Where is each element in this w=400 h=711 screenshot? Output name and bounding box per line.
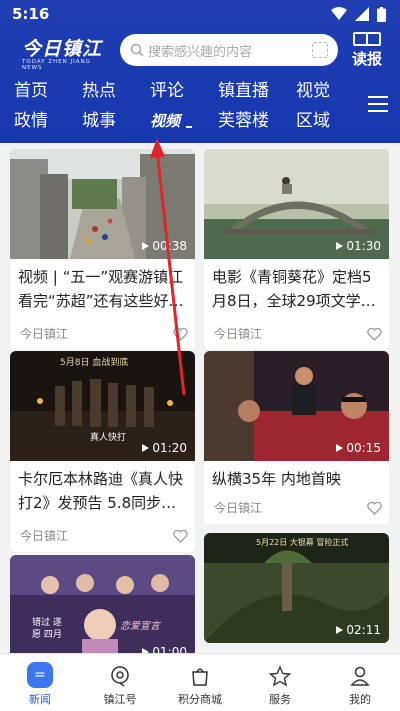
app-header: 5:16 今日镇江 TODAY ZHEN JIANG NEWS 搜索感兴趣的内容… — [0, 0, 400, 143]
card-meta: 今日镇江 — [204, 493, 389, 524]
tab-me[interactable]: 我的 — [320, 654, 400, 711]
like-heart-icon[interactable] — [173, 529, 188, 543]
channel-tab[interactable]: 政情 — [0, 106, 68, 136]
tab-services[interactable]: 服务 — [240, 654, 320, 711]
channel-tab[interactable]: 首页 — [0, 76, 68, 106]
like-heart-icon[interactable] — [173, 327, 188, 341]
newspaper-icon — [353, 32, 381, 46]
overlay-caption-text: 错过 遂愿 四月 — [32, 618, 62, 640]
read-label: 读报 — [351, 50, 382, 68]
overlay-caption-text: 真人快打 — [90, 433, 127, 443]
video-card[interactable]: 恋爱宣言 错过 遂愿 四月 01:00 — [10, 555, 195, 653]
tab-zhenjiang-hao[interactable]: 镇江号 — [80, 654, 160, 711]
source-label: 今日镇江 — [214, 327, 263, 341]
tab-label: 积分商城 — [178, 693, 222, 706]
video-thumbnail[interactable]: 00:15 — [204, 351, 389, 461]
source-label: 今日镇江 — [20, 327, 69, 341]
shopping-bag-icon — [188, 664, 212, 688]
status-time: 5:16 — [12, 5, 50, 23]
tab-points-mall[interactable]: 积分商城 — [160, 654, 240, 711]
duration-badge: 00:38 — [142, 239, 187, 253]
video-card[interactable]: 00:15 纵横35年 内地首映 今日镇江 — [204, 351, 389, 524]
duration-badge: 01:30 — [336, 239, 381, 253]
signal-icon — [355, 7, 369, 21]
channel-tab[interactable]: 视觉 — [282, 76, 350, 106]
video-thumbnail[interactable]: 5月22日 大银幕 冒险正式 02:11 — [204, 533, 389, 643]
duration-text: 01:00 — [152, 645, 187, 653]
top-bar: 今日镇江 TODAY ZHEN JIANG NEWS 搜索感兴趣的内容 读报 — [0, 30, 400, 71]
star-icon — [268, 664, 292, 688]
tab-news[interactable]: = 新闻 — [0, 654, 80, 711]
video-thumbnail[interactable]: 01:30 — [204, 149, 389, 259]
overlay-title-text: 恋爱宣言 — [120, 621, 160, 632]
hamburger-menu-icon[interactable] — [368, 96, 388, 117]
duration-badge: 00:15 — [336, 441, 381, 455]
channel-row-2: 政情 城事 视频 芙蓉楼 区域 — [0, 106, 360, 136]
duration-badge: 01:00 — [142, 645, 187, 653]
video-thumbnail[interactable]: 5月8日 血战到底 真人快打 01:20 — [10, 351, 195, 461]
duration-text: 00:15 — [346, 441, 381, 455]
channel-tab[interactable]: 区域 — [282, 106, 350, 136]
channel-nav: 首页 热点 评论 镇直播 视觉 政情 城事 视频 芙蓉楼 区域 — [0, 76, 360, 136]
channel-tab[interactable]: 芙蓉楼 — [204, 106, 282, 136]
video-card[interactable]: 5月8日 血战到底 真人快打 01:20 卡尔厄本林路迪《真人快打2》发预告 5… — [10, 351, 195, 552]
channel-row-1: 首页 热点 评论 镇直播 视觉 — [0, 76, 360, 106]
wifi-icon — [331, 7, 347, 20]
channel-tab[interactable]: 评论 — [136, 76, 204, 106]
video-card[interactable]: 00:38 视频 | “五一”观赛游镇江 看完“苏超”还有这些好… 今日镇江 — [10, 149, 195, 350]
status-icons — [331, 6, 386, 22]
like-heart-icon[interactable] — [367, 327, 382, 341]
user-icon — [348, 664, 372, 688]
battery-icon — [377, 6, 386, 22]
card-meta: 今日镇江 — [10, 517, 195, 552]
app-logo: 今日镇江 TODAY ZHEN JIANG NEWS — [22, 34, 106, 71]
channel-tab-video-active[interactable]: 视频 — [136, 106, 204, 136]
search-input[interactable]: 搜索感兴趣的内容 — [120, 34, 338, 66]
duration-text: 00:38 — [152, 239, 187, 253]
duration-text: 01:30 — [346, 239, 381, 253]
duration-badge: 01:20 — [142, 441, 187, 455]
search-icon — [130, 43, 144, 57]
tab-label: 新闻 — [29, 693, 51, 706]
video-thumbnail[interactable]: 00:38 — [10, 149, 195, 259]
video-card[interactable]: 01:30 电影《青铜葵花》定档5月8日，全球29项文学… 今日镇江 — [204, 149, 389, 350]
video-title[interactable]: 电影《青铜葵花》定档5月8日，全球29项文学… — [204, 259, 389, 315]
video-title[interactable]: 纵横35年 内地首映 — [204, 461, 389, 493]
video-title[interactable]: 视频 | “五一”观赛游镇江 看完“苏超”还有这些好… — [10, 259, 195, 315]
tab-label: 我的 — [349, 693, 371, 706]
channel-tab[interactable]: 城事 — [68, 106, 136, 136]
play-icon — [336, 626, 344, 634]
video-title[interactable]: 卡尔厄本林路迪《真人快打2》发预告 5.8同步… — [10, 461, 195, 517]
overlay-title-text: 5月8日 血战到底 — [60, 358, 129, 368]
source-label: 今日镇江 — [214, 501, 263, 515]
card-meta: 今日镇江 — [204, 315, 389, 350]
search-placeholder: 搜索感兴趣的内容 — [148, 44, 253, 60]
card-meta: 今日镇江 — [10, 315, 195, 350]
like-heart-icon[interactable] — [367, 501, 382, 515]
channel-tab[interactable]: 热点 — [68, 76, 136, 106]
logo-text: 今日镇江 — [22, 38, 103, 60]
logo-subtext: TODAY ZHEN JIANG NEWS — [22, 59, 91, 71]
tab-label: 镇江号 — [103, 693, 137, 706]
duration-badge: 02:11 — [336, 623, 381, 637]
duration-text: 01:20 — [152, 441, 187, 455]
play-icon — [336, 444, 344, 452]
scan-icon[interactable] — [312, 42, 328, 58]
zhenjiang-hao-icon — [108, 664, 132, 688]
video-thumbnail[interactable]: 恋爱宣言 错过 遂愿 四月 01:00 — [10, 555, 195, 653]
video-card[interactable]: 5月22日 大银幕 冒险正式 02:11 — [204, 533, 389, 643]
play-icon — [142, 242, 150, 250]
video-feed: 00:38 视频 | “五一”观赛游镇江 看完“苏超”还有这些好… 今日镇江 0… — [0, 143, 400, 653]
tab-label: 服务 — [269, 693, 291, 706]
source-label: 今日镇江 — [20, 529, 69, 543]
bottom-tab-bar: = 新闻 镇江号 积分商城 服务 我的 — [0, 653, 400, 711]
play-icon — [142, 444, 150, 452]
news-tab-icon: = — [27, 662, 53, 688]
status-bar: 5:16 — [0, 0, 400, 28]
duration-text: 02:11 — [346, 623, 381, 637]
channel-tab[interactable]: 镇直播 — [204, 76, 282, 106]
read-newspaper-button[interactable]: 读报 — [348, 32, 386, 68]
overlay-title-text: 5月22日 大银幕 冒险正式 — [256, 538, 349, 547]
play-icon — [336, 242, 344, 250]
